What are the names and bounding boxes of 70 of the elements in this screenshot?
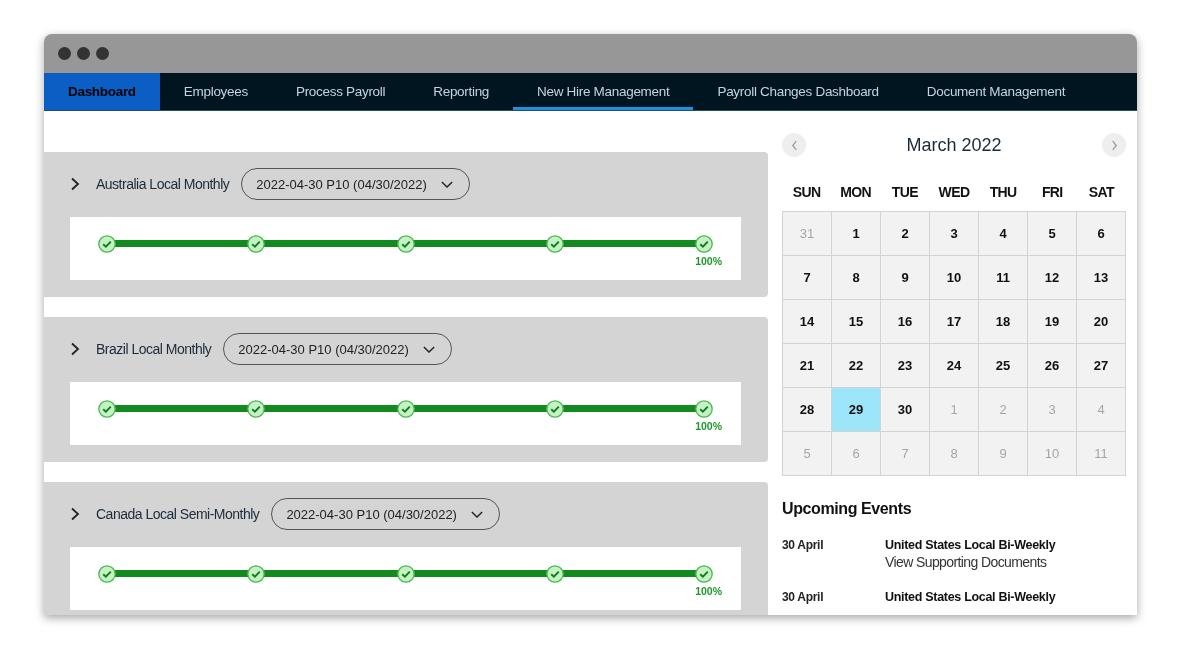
nav-tab[interactable]: Payroll Changes Dashboard [693, 73, 903, 110]
calendar-day[interactable]: 26 [1028, 344, 1076, 387]
nav-tab[interactable]: Reporting [409, 73, 514, 110]
calendar-day[interactable]: 23 [881, 344, 929, 387]
calendar-month-title: March 2022 [906, 134, 1002, 156]
calendar-day[interactable]: 12 [1028, 256, 1076, 299]
weekday-label: SUN [791, 184, 822, 200]
nav-tab[interactable]: Employees [159, 73, 272, 110]
progress-percent: 100% [695, 585, 722, 597]
calendar-day[interactable]: 4 [979, 212, 1027, 255]
event-date: 30 April [782, 590, 825, 604]
weekday-label: MON [839, 184, 873, 200]
progress-percent: 100% [695, 255, 722, 267]
calendar-day[interactable]: 27 [1077, 344, 1125, 387]
chevron-down-icon [422, 345, 435, 353]
calendar-day[interactable]: 22 [832, 344, 880, 387]
window-dot-icon[interactable] [77, 47, 90, 60]
upcoming-events-heading: Upcoming Events [782, 500, 913, 518]
weekday-label: WED [937, 184, 971, 200]
calendar-day[interactable]: 16 [881, 300, 929, 343]
chevron-down-icon [470, 510, 483, 518]
window-dot-icon[interactable] [96, 47, 109, 60]
period-dropdown[interactable]: 2022-04-30 P10 (04/30/2022) [241, 168, 470, 200]
calendar-day[interactable]: 30 [881, 388, 929, 431]
payroll-name: Brazil Local Monthly [96, 341, 212, 357]
nav-tab[interactable]: Process Payroll [271, 73, 410, 110]
chevron-left-icon [790, 139, 798, 151]
weekday-label: FRI [1040, 184, 1064, 200]
calendar-day[interactable]: 6 [1077, 212, 1125, 255]
event-title: United States Local Bi-Weekly [885, 590, 1056, 604]
chevron-down-icon [440, 180, 453, 188]
calendar-day[interactable]: 25 [979, 344, 1027, 387]
calendar-day[interactable]: 1 [832, 212, 880, 255]
calendar-day[interactable]: 21 [783, 344, 831, 387]
period-dropdown[interactable]: 2022-04-30 P10 (04/30/2022) [223, 333, 452, 365]
calendar-day[interactable]: 9 [881, 256, 929, 299]
calendar-day[interactable]: 5 [1028, 212, 1076, 255]
event-date: 30 April [782, 538, 825, 554]
calendar-day[interactable]: 17 [930, 300, 978, 343]
calendar-day[interactable]: 20 [1077, 300, 1125, 343]
progress-percent: 100% [695, 420, 722, 432]
nav-tab[interactable]: New Hire Management [513, 73, 694, 110]
chevron-right-icon [1110, 139, 1118, 151]
supporting-documents-link[interactable]: View Supporting Documents [885, 554, 1056, 570]
chevron-right-icon[interactable] [70, 177, 80, 191]
chevron-right-icon[interactable] [70, 342, 80, 356]
calendar-day[interactable]: 14 [783, 300, 831, 343]
calendar-day[interactable]: 28 [783, 388, 831, 431]
payroll-name: Australia Local Monthly [96, 176, 230, 192]
calendar-day[interactable]: 13 [1077, 256, 1125, 299]
event-title: United States Local Bi-Weekly [885, 538, 1056, 552]
weekday-label: SAT [1087, 184, 1116, 200]
calendar-day[interactable]: 29 [832, 388, 880, 431]
calendar-day[interactable]: 24 [930, 344, 978, 387]
calendar-day[interactable]: 15 [832, 300, 880, 343]
period-dropdown[interactable]: 2022-04-30 P10 (04/30/2022) [271, 498, 500, 530]
chevron-right-icon[interactable] [70, 507, 80, 521]
window-dot-icon[interactable] [58, 47, 71, 60]
payroll-name: Canada Local Semi-Monthly [96, 506, 260, 522]
weekday-label: TUE [890, 184, 919, 200]
calendar-day[interactable]: 3 [930, 212, 978, 255]
calendar-day[interactable]: 10 [930, 256, 978, 299]
calendar-day[interactable]: 11 [979, 256, 1027, 299]
calendar-day[interactable]: 2 [881, 212, 929, 255]
calendar-day[interactable]: 19 [1028, 300, 1076, 343]
calendar-day[interactable]: 7 [783, 256, 831, 299]
calendar-day[interactable]: 18 [979, 300, 1027, 343]
calendar-day[interactable]: 8 [832, 256, 880, 299]
nav-tab[interactable]: Document Management [902, 73, 1090, 110]
weekday-label: THU [988, 184, 1018, 200]
